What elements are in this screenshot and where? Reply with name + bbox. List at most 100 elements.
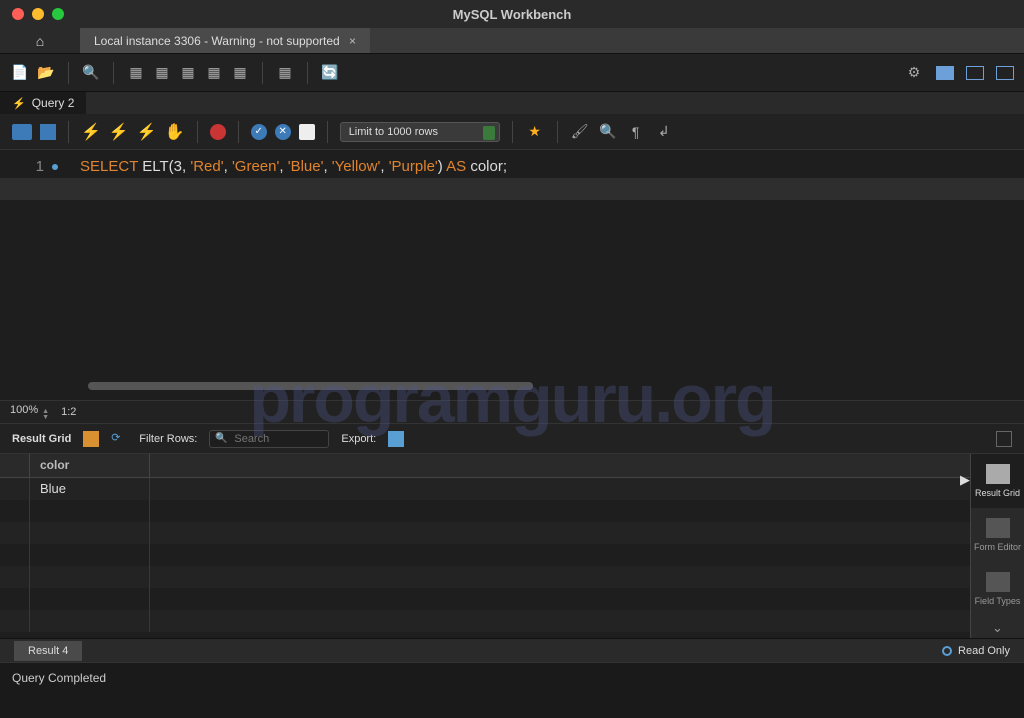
reconnect-icon[interactable]: 🔄 [320, 63, 340, 83]
window-maximize-button[interactable] [52, 8, 64, 20]
close-tab-icon[interactable]: × [341, 34, 356, 48]
grid-header: color [0, 454, 970, 478]
home-icon: ⌂ [36, 33, 44, 49]
side-panel-more-icon[interactable]: ⌄ [971, 616, 1024, 640]
rollback-icon[interactable]: ✕ [275, 124, 291, 140]
read-only-indicator: Read Only [942, 645, 1010, 657]
connection-tab[interactable]: Local instance 3306 - Warning - not supp… [80, 28, 370, 53]
search-table-icon[interactable]: ▦ [275, 63, 295, 83]
save-file-icon[interactable] [40, 124, 56, 140]
query-tab-label: Query 2 [32, 96, 75, 110]
sql-editor[interactable]: 1 2 SELECT ELT(3, 'Red', 'Green', 'Blue'… [0, 150, 1024, 400]
collapse-side-icon[interactable]: ▶ [960, 472, 970, 488]
table-row [0, 522, 970, 544]
row-header-corner [0, 454, 30, 477]
connection-tab-label: Local instance 3306 - Warning - not supp… [94, 34, 340, 48]
execute-current-icon[interactable]: ⚡ [109, 122, 129, 142]
lightning-icon: ⚡ [12, 97, 26, 110]
editor-scrollbar[interactable] [88, 382, 533, 390]
create-view-icon[interactable]: ▦ [178, 63, 198, 83]
toolbar-separator [113, 62, 114, 84]
limit-rows-select[interactable]: Limit to 1000 rows [340, 122, 500, 142]
explain-icon[interactable]: ⚡ [137, 122, 157, 142]
result-tabs: Result 4 Read Only [0, 638, 1024, 662]
code-line: SELECT ELT(3, 'Red', 'Green', 'Blue', 'Y… [80, 156, 1014, 178]
toggle-invisible-icon[interactable]: ¶ [626, 122, 646, 142]
field-types-icon [986, 572, 1010, 592]
kill-query-icon[interactable] [210, 124, 226, 140]
toolbar-separator [307, 62, 308, 84]
table-row [0, 610, 970, 632]
code-area[interactable]: SELECT ELT(3, 'Red', 'Green', 'Blue', 'Y… [80, 156, 1014, 200]
table-row [0, 500, 970, 522]
create-schema-icon[interactable]: ▦ [126, 63, 146, 83]
table-row [0, 544, 970, 566]
query-tab[interactable]: ⚡ Query 2 [0, 92, 86, 114]
toolbar-separator [557, 121, 558, 143]
toolbar-separator [327, 121, 328, 143]
status-text: Query Completed [12, 671, 106, 685]
column-header[interactable]: color [30, 454, 150, 477]
create-function-icon[interactable]: ▦ [230, 63, 250, 83]
create-table-icon[interactable]: ▦ [152, 63, 172, 83]
home-tab[interactable]: ⌂ [0, 28, 80, 53]
row-number [0, 478, 30, 500]
toggle-bottom-panel[interactable] [966, 66, 984, 80]
commit-icon[interactable]: ✓ [251, 124, 267, 140]
filter-rows-label: Filter Rows: [139, 433, 197, 445]
table-row [0, 566, 970, 588]
side-form-editor[interactable]: Form Editor [971, 508, 1024, 562]
cell-color[interactable]: Blue [30, 478, 150, 500]
inspector-icon[interactable]: 🔍 [81, 63, 101, 83]
new-sql-icon[interactable]: 📄 [10, 63, 30, 83]
refresh-icon[interactable]: ⟳ [111, 431, 127, 447]
side-result-grid[interactable]: Result Grid [971, 454, 1024, 508]
brush-icon[interactable]: 🖌 [570, 122, 590, 142]
window-title: MySQL Workbench [453, 7, 572, 22]
toggle-left-panel[interactable] [936, 66, 954, 80]
export-icon[interactable] [388, 431, 404, 447]
line-number: 1 [0, 156, 56, 178]
editor-toolbar: ⚡ ⚡ ⚡ ✋ ✓ ✕ Limit to 1000 rows ★ 🖌 🔍 ¶ ↲ [0, 114, 1024, 150]
results-area: color Blue ▶ Result Grid Form Editor Fie… [0, 454, 1024, 638]
toolbar-group-file: 📄 📂 [10, 63, 56, 83]
statement-marker [52, 164, 58, 170]
limit-rows-label: Limit to 1000 rows [349, 126, 438, 138]
toolbar-separator [68, 121, 69, 143]
query-tabs: ⚡ Query 2 [0, 92, 1024, 114]
readonly-icon [942, 646, 952, 656]
create-procedure-icon[interactable]: ▦ [204, 63, 224, 83]
main-toolbar: 📄 📂 🔍 ▦ ▦ ▦ ▦ ▦ ▦ 🔄 ⚙ [0, 54, 1024, 92]
stop-icon[interactable]: ✋ [165, 122, 185, 142]
open-file-icon[interactable] [12, 124, 32, 140]
find-icon[interactable]: 🔍 [598, 122, 618, 142]
titlebar: MySQL Workbench [0, 0, 1024, 28]
results-toolbar: Result Grid ⟳ Filter Rows: 🔍 Export: [0, 424, 1024, 454]
settings-icon[interactable]: ⚙ [904, 63, 924, 83]
result-grid-icon[interactable] [83, 431, 99, 447]
zoom-bar: 100%▲▼ 1:2 [0, 400, 1024, 424]
open-sql-icon[interactable]: 📂 [36, 63, 56, 83]
traffic-lights [0, 8, 64, 20]
zoom-stepper-icon[interactable]: ▲▼ [42, 409, 49, 421]
result-grid[interactable]: color Blue [0, 454, 970, 638]
cursor-position: 1:2 [61, 406, 76, 418]
toolbar-separator [238, 121, 239, 143]
toolbar-separator [262, 62, 263, 84]
zoom-percent[interactable]: 100%▲▼ [10, 404, 49, 421]
wrap-icon[interactable]: ↲ [654, 122, 674, 142]
status-bar: Query Completed [0, 662, 1024, 692]
window-minimize-button[interactable] [32, 8, 44, 20]
autocommit-icon[interactable] [299, 124, 315, 140]
table-row[interactable]: Blue [0, 478, 970, 500]
toolbar-separator [68, 62, 69, 84]
window-close-button[interactable] [12, 8, 24, 20]
side-field-types[interactable]: Field Types [971, 562, 1024, 616]
result-tab[interactable]: Result 4 [14, 641, 82, 661]
export-label: Export: [341, 433, 376, 445]
toggle-right-panel[interactable] [996, 66, 1014, 80]
execute-icon[interactable]: ⚡ [81, 122, 101, 142]
form-editor-icon [986, 518, 1010, 538]
beautify-icon[interactable]: ★ [525, 122, 545, 142]
wrap-cell-icon[interactable] [996, 431, 1012, 447]
